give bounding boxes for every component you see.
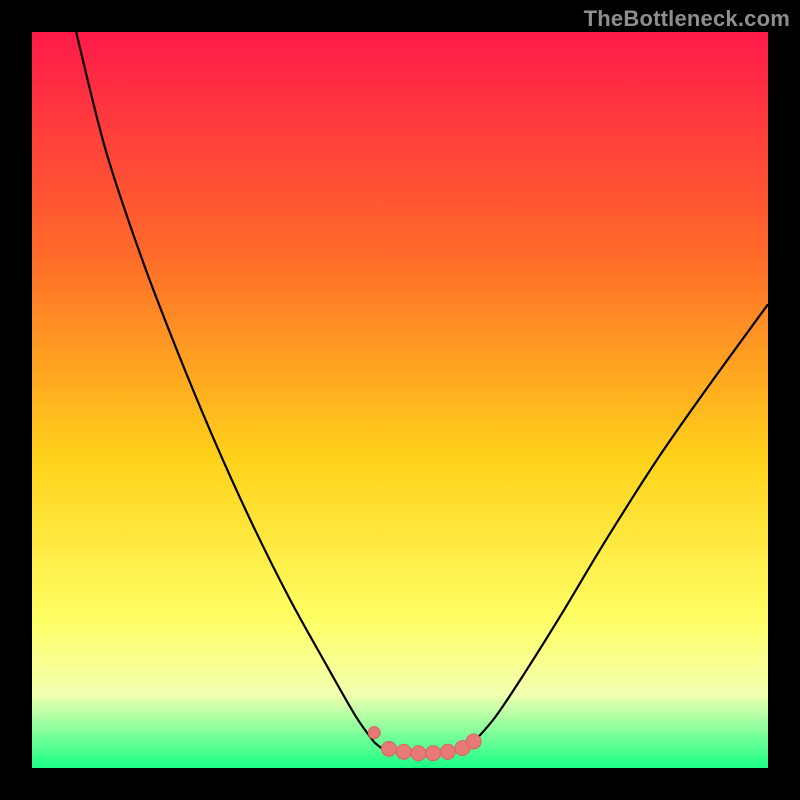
gradient-background [32, 32, 768, 768]
chart-frame: TheBottleneck.com [0, 0, 800, 800]
valley-marker-dot [440, 744, 455, 759]
bottleneck-chart [0, 0, 800, 800]
valley-marker-dot [381, 741, 396, 756]
valley-marker-dot [466, 734, 481, 749]
valley-marker-dot [396, 744, 411, 759]
valley-marker-dot [368, 727, 380, 739]
valley-marker-dot [426, 746, 441, 761]
valley-marker-dot [411, 746, 426, 761]
